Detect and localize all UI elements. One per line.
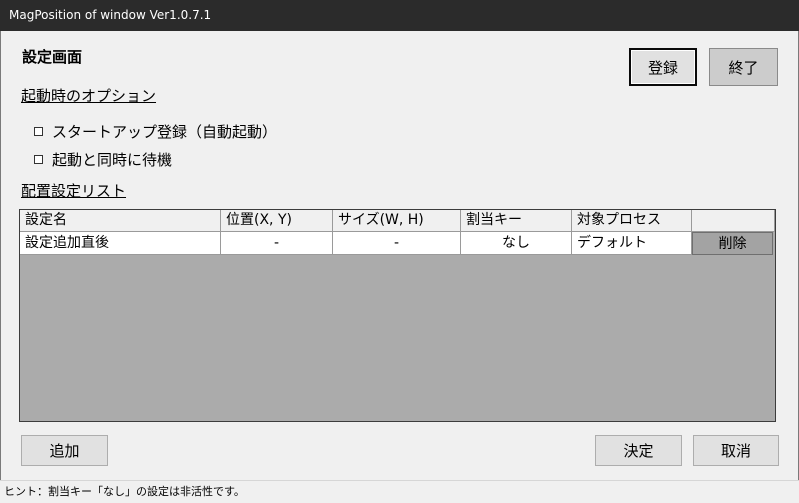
startup-options-label: 起動時のオプション xyxy=(21,87,157,105)
startup-register-checkbox[interactable] xyxy=(34,127,43,136)
register-button[interactable]: 登録 xyxy=(629,48,697,86)
column-header-action xyxy=(692,210,775,232)
row-name-cell[interactable]: 設定追加直後 xyxy=(20,232,221,255)
wait-on-start-checkbox[interactable] xyxy=(34,155,43,164)
layout-list-label: 配置設定リスト xyxy=(21,182,127,200)
column-header-hotkey[interactable]: 割当キー xyxy=(461,210,572,232)
row-process-cell[interactable]: デフォルト xyxy=(572,232,692,255)
wait-on-start-option[interactable]: 起動と同時に待機 xyxy=(34,149,172,170)
layout-settings-grid[interactable]: 設定名 位置(X, Y) サイズ(W, H) 割当キー 対象プロセス 設定追加直… xyxy=(19,209,776,422)
wait-on-start-label: 起動と同時に待機 xyxy=(52,151,173,169)
status-hint: ヒント：割当キー「なし」の設定は非活性です。 xyxy=(4,485,245,498)
add-button[interactable]: 追加 xyxy=(21,435,108,466)
window-title: MagPosition of window Ver1.0.7.1 xyxy=(9,8,212,22)
delete-row-button[interactable]: 削除 xyxy=(692,232,773,255)
row-hotkey-cell[interactable]: なし xyxy=(461,232,572,255)
window-title-bar[interactable]: MagPosition of window Ver1.0.7.1 xyxy=(0,0,799,31)
status-bar: ヒント：割当キー「なし」の設定は非活性です。 xyxy=(0,480,799,503)
startup-register-option[interactable]: スタートアップ登録（自動起動） xyxy=(34,121,277,142)
row-position-cell[interactable]: - xyxy=(221,232,333,255)
ok-button[interactable]: 決定 xyxy=(595,435,682,466)
column-header-size[interactable]: サイズ(W, H) xyxy=(333,210,461,232)
column-header-name[interactable]: 設定名 xyxy=(20,210,221,232)
column-header-position[interactable]: 位置(X, Y) xyxy=(221,210,333,232)
cancel-button[interactable]: 取消 xyxy=(693,435,779,466)
row-size-cell[interactable]: - xyxy=(333,232,461,255)
exit-button[interactable]: 終了 xyxy=(709,48,778,86)
page-title: 設定画面 xyxy=(22,48,83,66)
startup-register-label: スタートアップ登録（自動起動） xyxy=(52,123,278,141)
column-header-process[interactable]: 対象プロセス xyxy=(572,210,692,232)
